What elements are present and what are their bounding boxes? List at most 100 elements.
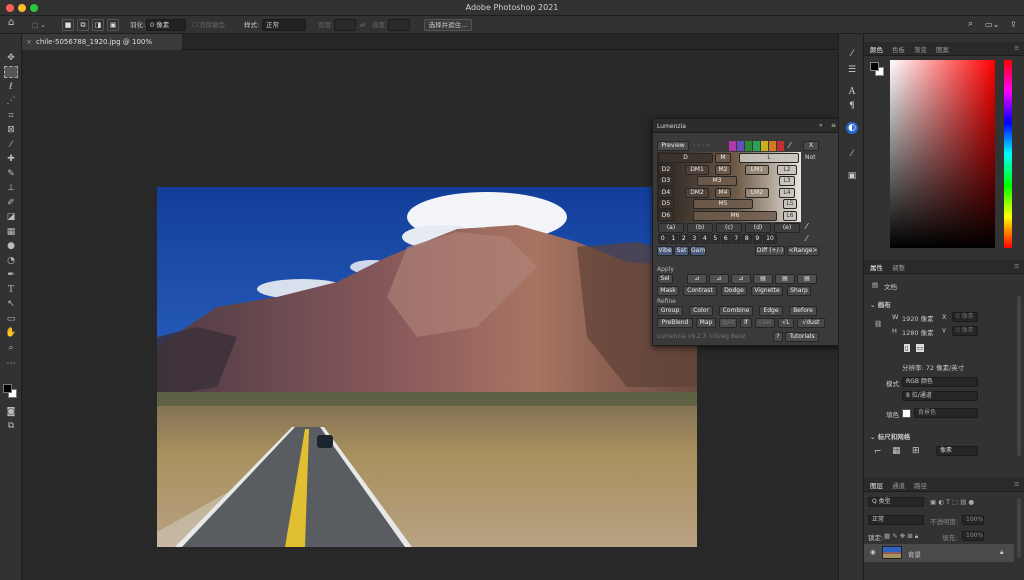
marquee-preset-icon[interactable]: ⬚ ⌄ xyxy=(32,19,46,31)
refine-row2-button[interactable]: √L xyxy=(778,318,794,328)
blur-tool-icon[interactable]: ● xyxy=(4,240,18,252)
diff-button[interactable]: Diff (+/-) xyxy=(755,246,785,256)
share-icon[interactable]: ⇪ xyxy=(1010,19,1017,31)
refine-row2-button[interactable]: Split xyxy=(719,318,737,328)
lum-light-button[interactable]: L2 xyxy=(777,164,797,175)
zone-button[interactable]: (a) xyxy=(658,223,684,233)
add-selection-icon[interactable]: ⧉ xyxy=(77,19,89,31)
number-button[interactable]: 10 xyxy=(763,234,777,244)
subtract-selection-icon[interactable]: ◨ xyxy=(92,19,104,31)
layer-filter-icons[interactable]: ▣ ◐ T ⬚ ▤ ● xyxy=(930,498,974,506)
refine-row2-button[interactable]: √Sel xyxy=(755,318,775,328)
style-select[interactable]: 正常 xyxy=(262,19,306,31)
panel-menu-icon[interactable]: ≡ xyxy=(831,122,836,129)
lum-dark-button[interactable]: D6 xyxy=(658,210,674,221)
sat-button[interactable]: Sat xyxy=(674,246,689,256)
gam-button[interactable]: Gam xyxy=(690,246,706,256)
character-icon[interactable]: A xyxy=(846,86,858,98)
eraser-tool-icon[interactable]: ◪ xyxy=(4,211,18,223)
eyedropper-icon[interactable]: ⁄ xyxy=(789,141,790,150)
lum-light-button[interactable]: L4 xyxy=(779,187,795,198)
number-button[interactable]: 4 xyxy=(700,234,710,244)
hue-slider[interactable] xyxy=(1004,60,1012,248)
rectangle-tool-icon[interactable]: ▭ xyxy=(4,313,18,325)
number-button[interactable]: 6 xyxy=(721,234,731,244)
apply-preset-icon[interactable]: ▤ xyxy=(775,274,795,284)
gradient-tool-icon[interactable]: ▦ xyxy=(4,226,18,238)
layer-kind-filter[interactable]: Q 类型 xyxy=(868,497,924,507)
color-field[interactable] xyxy=(890,60,995,248)
tab-color[interactable]: 颜色 xyxy=(870,44,883,54)
tutorials-button[interactable]: Tutorials xyxy=(785,332,819,342)
layer-row-background[interactable]: ◉ 背景 🔒︎ xyxy=(864,544,1014,562)
lum-light-button[interactable]: L6 xyxy=(783,210,797,221)
number-button[interactable]: 8 xyxy=(742,234,752,244)
preview-select[interactable]: Preview xyxy=(657,141,689,151)
eyedropper-tool-icon[interactable]: ⁄ xyxy=(4,139,18,151)
number-button[interactable]: 2 xyxy=(679,234,689,244)
crop-tool-icon[interactable]: ⌗ xyxy=(4,110,18,122)
refine-before-button[interactable]: Before xyxy=(789,306,817,316)
refine-color-button[interactable]: Color xyxy=(689,306,713,316)
intersect-selection-icon[interactable]: ▣ xyxy=(107,19,119,31)
history-brush-tool-icon[interactable]: ✐ xyxy=(4,197,18,209)
layer-name[interactable]: 背景 xyxy=(908,549,921,559)
collapse-panel-icon[interactable]: » xyxy=(819,122,823,129)
range-eyedropper-icon[interactable]: ⁄ xyxy=(806,234,807,243)
frame-tool-icon[interactable]: ⊠ xyxy=(4,124,18,136)
history-icon[interactable]: ⁄ xyxy=(846,48,858,60)
paragraph-icon[interactable]: ¶ xyxy=(846,100,858,112)
guides-icon[interactable]: ⊞ xyxy=(912,446,920,456)
dodge-tool-icon[interactable]: ◔ xyxy=(4,255,18,267)
lum-light-button[interactable]: L3 xyxy=(779,176,795,186)
lum-mid-button[interactable]: M6 xyxy=(693,210,777,221)
tab-gradients[interactable]: 渐变 xyxy=(914,44,927,54)
tab-adjustments[interactable]: 调整 xyxy=(892,262,905,272)
x-button[interactable]: X xyxy=(803,141,819,151)
color-swatch[interactable] xyxy=(769,141,776,151)
color-panel-menu-icon[interactable]: ≡ xyxy=(1014,44,1019,52)
not-button[interactable]: Not xyxy=(805,154,816,161)
apply-preset-icon[interactable]: ⊿ xyxy=(687,274,707,284)
color-swatch[interactable] xyxy=(729,141,736,151)
lum-lm-button[interactable]: LM2 xyxy=(745,187,769,198)
antialias-checkbox[interactable]: ☐ xyxy=(192,19,198,31)
quick-mask-icon[interactable]: ◙ xyxy=(4,406,18,418)
zoom-tool-icon[interactable]: ⌕ xyxy=(4,342,18,354)
fill-opacity-input[interactable]: 100% xyxy=(962,531,984,541)
screen-mode-icon[interactable]: ⧉ xyxy=(4,420,18,432)
tab-layers[interactable]: 图层 xyxy=(870,480,883,490)
width-input[interactable] xyxy=(334,19,356,31)
number-button[interactable]: 3 xyxy=(689,234,699,244)
lasso-tool-icon[interactable]: ℓ xyxy=(4,81,18,93)
grid-icon[interactable]: ▦ xyxy=(892,446,901,456)
tab-patterns[interactable]: 图案 xyxy=(936,44,949,54)
range-button[interactable]: <Range> xyxy=(787,246,819,256)
opacity-input[interactable]: 100% xyxy=(962,515,984,525)
close-tab-icon[interactable]: × xyxy=(26,34,32,50)
brush-settings-icon[interactable]: ⁄ xyxy=(846,148,858,160)
lum-dark-button[interactable]: D xyxy=(658,153,713,163)
width-value[interactable]: 1920 像素 xyxy=(902,313,934,323)
lum-mid-button[interactable]: M4 xyxy=(715,187,731,198)
number-button[interactable]: 9 xyxy=(752,234,762,244)
adjust-icon[interactable]: ☰ xyxy=(846,64,858,76)
nav-arrows[interactable]: ‹ ‹ › » xyxy=(693,142,710,149)
apply-sharp-button[interactable]: Sharp xyxy=(787,286,811,296)
lum-dark-button[interactable]: D2 xyxy=(658,164,674,175)
lum-mid-button[interactable]: M xyxy=(715,153,731,163)
apply-preset-icon[interactable]: ⊿ xyxy=(709,274,729,284)
lumenzia-panel-icon[interactable]: ◐ xyxy=(846,122,858,134)
tab-properties[interactable]: 属性 xyxy=(870,262,883,272)
brush-tool-icon[interactable]: ✎ xyxy=(4,168,18,180)
apply-mask-button[interactable]: Mask xyxy=(657,286,679,296)
fg-color-chip-top[interactable] xyxy=(870,62,879,71)
healing-brush-tool-icon[interactable]: ✚ xyxy=(4,153,18,165)
move-tool-icon[interactable]: ✥ xyxy=(4,52,18,64)
vibe-button[interactable]: Vibe xyxy=(657,246,673,256)
quick-select-tool-icon[interactable]: ⋰ xyxy=(4,95,18,107)
new-selection-icon[interactable]: ■ xyxy=(62,19,74,31)
refine-edge-button[interactable]: Edge xyxy=(759,306,783,316)
zone-button[interactable]: (c) xyxy=(716,223,742,233)
tab-swatches[interactable]: 色板 xyxy=(892,44,905,54)
